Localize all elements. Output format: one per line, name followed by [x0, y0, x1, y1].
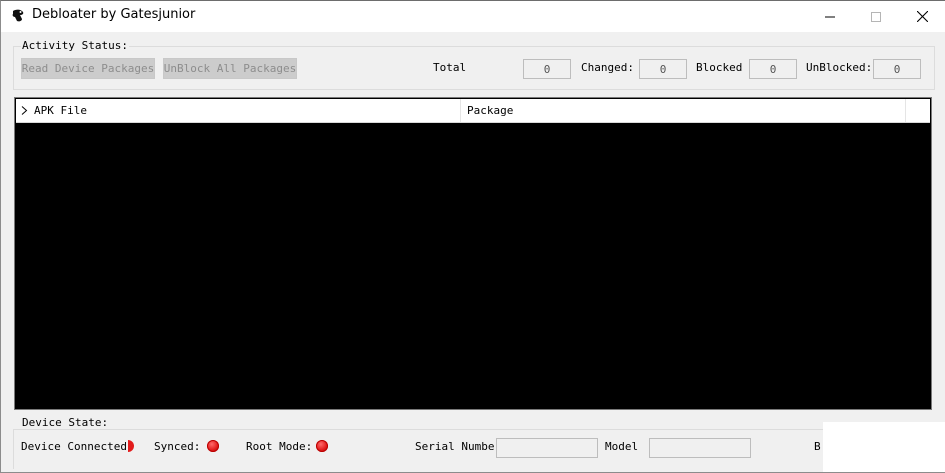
total-count: 0: [523, 59, 571, 79]
unblocked-count: 0: [873, 59, 921, 79]
device-connected-label: Device Connected:: [21, 440, 134, 453]
minimize-icon: [825, 16, 835, 17]
minimize-button[interactable]: [807, 1, 853, 32]
model-label: Model: [605, 440, 639, 453]
column-label-package: Package: [467, 104, 514, 117]
window-title: Debloater by Gatesjunior: [32, 7, 196, 22]
close-button[interactable]: [899, 1, 945, 32]
total-label: Total: [433, 61, 467, 74]
device-state-label: Device State:: [21, 416, 110, 429]
synced-label: Synced:: [154, 440, 201, 453]
blocked-label: Blocked: [696, 61, 743, 74]
blank-area: [823, 422, 945, 472]
changed-label: Changed:: [581, 61, 634, 74]
maximize-icon: [871, 11, 881, 22]
column-header-apk-file[interactable]: APK File: [16, 99, 461, 122]
read-device-packages-button[interactable]: Read Device Packages: [21, 58, 155, 79]
root-mode-label: Root Mode:: [246, 440, 313, 453]
changed-count: 0: [639, 59, 687, 79]
maximize-button[interactable]: [853, 1, 899, 32]
serial-number-field: [496, 438, 598, 458]
synced-indicator: [207, 440, 219, 452]
unblocked-label: UnBlocked:: [806, 61, 873, 74]
serial-number-label: Serial Number:: [415, 440, 508, 453]
device-connected-indicator: [122, 440, 134, 452]
title-bar: Debloater by Gatesjunior: [1, 1, 945, 32]
close-icon: [916, 11, 928, 22]
column-label-apk-file: APK File: [34, 104, 87, 117]
clipped-label: B: [814, 440, 821, 453]
chevron-right-icon[interactable]: [21, 106, 28, 115]
package-list[interactable]: APK File Package: [14, 97, 932, 410]
unblock-all-packages-button[interactable]: UnBlock All Packages: [163, 58, 297, 79]
activity-status-label: Activity Status:: [21, 39, 129, 52]
column-header-package[interactable]: Package: [461, 99, 906, 122]
blocked-count: 0: [749, 59, 797, 79]
model-field: [649, 438, 751, 458]
app-window: Debloater by Gatesjunior Activity Status…: [0, 0, 945, 473]
list-header: APK File Package: [16, 99, 930, 123]
root-mode-indicator: [316, 440, 328, 452]
app-logo-icon: [12, 9, 24, 22]
